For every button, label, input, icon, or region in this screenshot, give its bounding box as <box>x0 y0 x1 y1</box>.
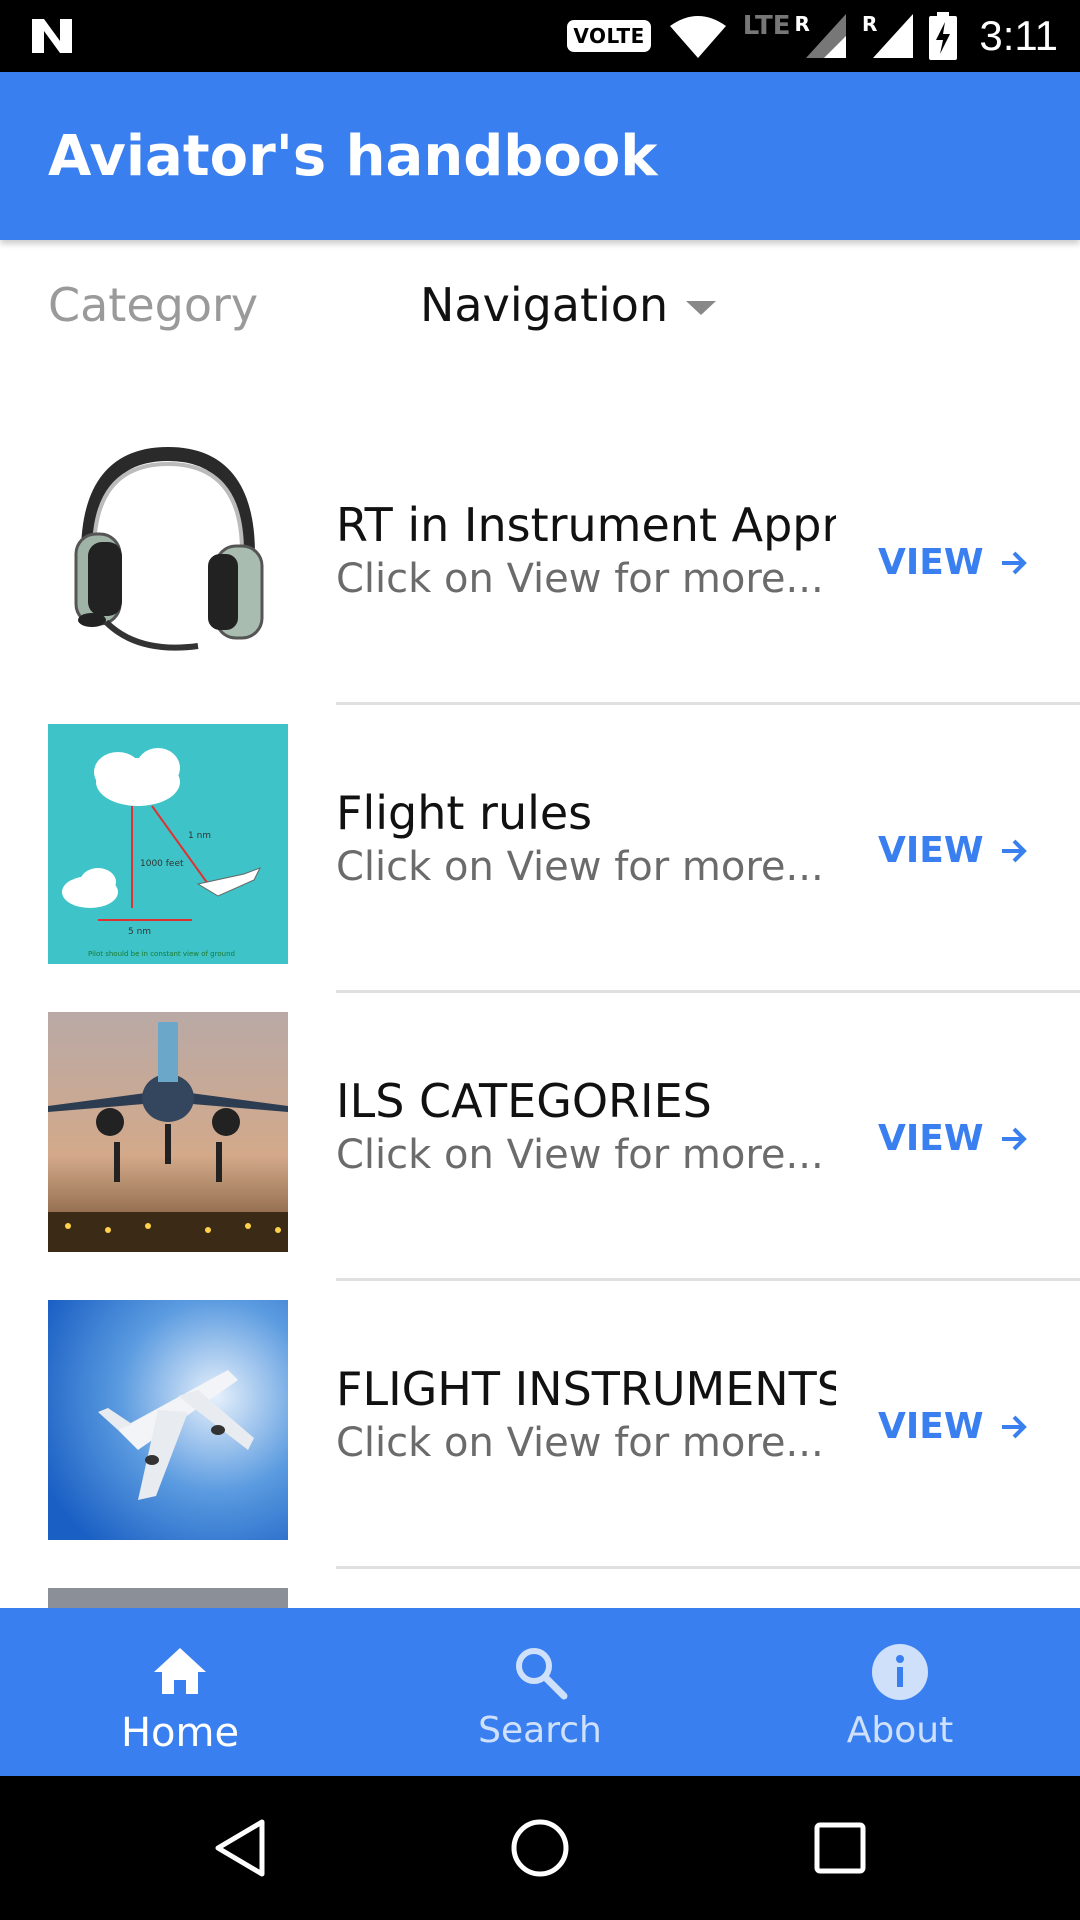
status-icons: VOLTE LTE R R 3:11 <box>567 0 1058 72</box>
category-label: Category <box>48 278 259 332</box>
list-divider <box>336 990 1080 993</box>
category-row: Category Navigation <box>0 240 1080 370</box>
list-item-title: ILS CATEGORIES <box>336 1074 712 1128</box>
list-item-title: RT in Instrument Approach <box>336 498 836 552</box>
view-button-label: VIEW <box>878 830 984 871</box>
list-item-text: RT in Instrument Approach Click on View … <box>336 498 836 602</box>
roaming-label-2: R <box>861 12 878 36</box>
view-button-label: VIEW <box>878 542 984 583</box>
notification-n-icon <box>32 19 72 53</box>
list-item-title: FLIGHT INSTRUMENTS <box>336 1362 836 1416</box>
list-item-text: Flight rules Click on View for more... <box>336 786 836 890</box>
diagram-distance-label-1: 1 nm <box>188 831 211 841</box>
back-triangle-icon <box>215 1819 265 1877</box>
headset-image <box>48 434 288 674</box>
battery-charging-icon <box>929 12 958 60</box>
search-icon <box>516 1648 568 1700</box>
arrow-right-icon <box>1001 839 1027 862</box>
list-item[interactable]: ILS CATEGORIES Click on View for more...… <box>0 994 1080 1282</box>
volte-badge: VOLTE <box>567 20 651 52</box>
partial-thumbnail-image <box>48 1588 288 1608</box>
view-button[interactable]: VIEW <box>878 1406 1030 1447</box>
list-item-subtitle: Click on View for more... <box>336 1132 824 1178</box>
category-dropdown[interactable]: Navigation <box>420 278 717 332</box>
home-system-button[interactable] <box>480 1776 600 1920</box>
list-item-text: FLIGHT INSTRUMENTS Click on View for mor… <box>336 1362 836 1466</box>
list-item[interactable]: 1000 feet 1 nm 5 nm Pilot should be in c… <box>0 706 1080 994</box>
list-item[interactable]: FLIGHT INSTRUMENTS Click on View for mor… <box>0 1282 1080 1570</box>
list-divider <box>336 702 1080 705</box>
list-divider <box>336 1566 1080 1569</box>
network-type: LTE <box>742 11 791 41</box>
home-circle-icon <box>511 1819 569 1877</box>
list-item-subtitle: Click on View for more... <box>336 556 824 602</box>
nav-home-label: Home <box>120 1710 240 1756</box>
system-navigation-bar <box>0 1776 1080 1920</box>
wifi-icon <box>669 16 726 58</box>
list-item-title: Flight rules <box>336 786 593 840</box>
app-title: Aviator's handbook <box>48 124 658 189</box>
nav-about-label: About <box>846 1710 954 1751</box>
topic-list[interactable]: RT in Instrument Approach Click on View … <box>0 418 1080 1608</box>
nav-home[interactable]: Home <box>0 1608 360 1776</box>
home-icon <box>154 1648 206 1694</box>
diagram-caption: Pilot should be in constant view of grou… <box>88 950 235 958</box>
list-item-partial[interactable] <box>0 1570 1080 1608</box>
list-item-subtitle: Click on View for more... <box>336 844 824 890</box>
dropdown-caret-icon <box>686 301 717 315</box>
recents-square-icon <box>814 1822 866 1874</box>
arrow-right-icon <box>1001 1127 1027 1150</box>
status-bar: VOLTE LTE R R 3:11 <box>0 0 1080 72</box>
list-item-subtitle: Click on View for more... <box>336 1420 824 1466</box>
arrow-right-icon <box>1001 1415 1027 1438</box>
diagram-altitude-label: 1000 feet <box>140 859 184 869</box>
roaming-label-1: R <box>794 12 810 36</box>
view-button-label: VIEW <box>878 1406 984 1447</box>
landing-aircraft-image <box>48 1012 288 1252</box>
signal-icon-2 <box>873 14 914 58</box>
category-selected-value: Navigation <box>420 278 669 332</box>
recents-button[interactable] <box>780 1776 900 1920</box>
view-button[interactable]: VIEW <box>878 830 1030 871</box>
clock: 3:11 <box>979 12 1058 59</box>
app-bar: Aviator's handbook <box>0 72 1080 240</box>
view-button[interactable]: VIEW <box>878 542 1030 583</box>
view-button-label: VIEW <box>878 1118 984 1159</box>
back-button[interactable] <box>180 1776 300 1920</box>
aircraft-sky-image <box>48 1300 288 1540</box>
view-button[interactable]: VIEW <box>878 1118 1030 1159</box>
list-divider <box>336 1278 1080 1281</box>
nav-about[interactable]: About <box>720 1608 1080 1776</box>
nav-search[interactable]: Search <box>360 1608 720 1776</box>
info-icon <box>872 1644 928 1700</box>
flight-rules-diagram-image: 1000 feet 1 nm 5 nm Pilot should be in c… <box>48 724 288 964</box>
bottom-navigation: Home Search About <box>0 1608 1080 1776</box>
arrow-right-icon <box>1001 551 1027 574</box>
list-item-text: ILS CATEGORIES Click on View for more... <box>336 1074 836 1178</box>
list-item[interactable]: RT in Instrument Approach Click on View … <box>0 418 1080 706</box>
nav-search-label: Search <box>478 1710 602 1751</box>
signal-icon-1 <box>805 14 846 58</box>
diagram-distance-label-2: 5 nm <box>128 927 151 937</box>
